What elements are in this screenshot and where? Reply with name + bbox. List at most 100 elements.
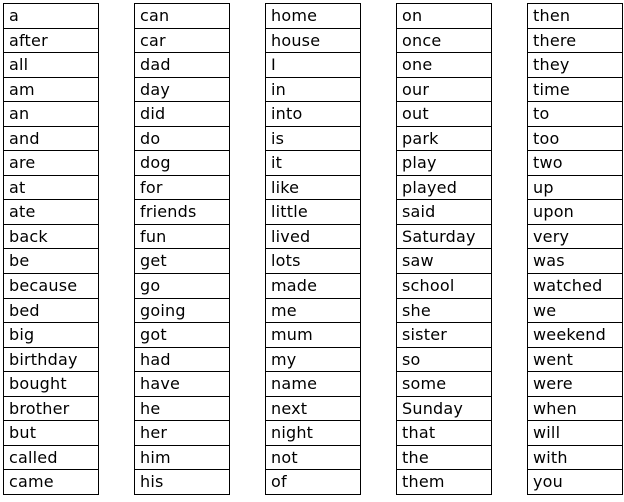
word-cell: one — [397, 53, 491, 78]
word-cell: two — [528, 151, 622, 176]
word-cell: came — [4, 470, 98, 495]
word-cell: an — [4, 102, 98, 127]
word-cell: sister — [397, 323, 491, 348]
word-cell: for — [135, 176, 229, 201]
word-cell: dog — [135, 151, 229, 176]
word-cell: got — [135, 323, 229, 348]
word-cell: with — [528, 446, 622, 471]
word-cell: said — [397, 200, 491, 225]
word-cell: out — [397, 102, 491, 127]
word-cell: him — [135, 446, 229, 471]
word-cell: Saturday — [397, 225, 491, 250]
word-cell: upon — [528, 200, 622, 225]
word-cell: day — [135, 78, 229, 103]
word-cell: brother — [4, 397, 98, 422]
word-cell: am — [4, 78, 98, 103]
word-cell: her — [135, 421, 229, 446]
word-cell: going — [135, 299, 229, 324]
word-cell: me — [266, 299, 360, 324]
word-cell: she — [397, 299, 491, 324]
word-cell: very — [528, 225, 622, 250]
word-cell: night — [266, 421, 360, 446]
word-cell: once — [397, 29, 491, 54]
word-cell: after — [4, 29, 98, 54]
word-cell: all — [4, 53, 98, 78]
word-cell: birthday — [4, 348, 98, 373]
word-cell: not — [266, 446, 360, 471]
word-cell: made — [266, 274, 360, 299]
word-cell: and — [4, 127, 98, 152]
word-cell: weekend — [528, 323, 622, 348]
word-cell: name — [266, 372, 360, 397]
word-cell: there — [528, 29, 622, 54]
word-cell: fun — [135, 225, 229, 250]
word-cell: we — [528, 299, 622, 324]
word-cell: time — [528, 78, 622, 103]
word-cell: do — [135, 127, 229, 152]
word-cell: lived — [266, 225, 360, 250]
word-cell: our — [397, 78, 491, 103]
word-cell: get — [135, 249, 229, 275]
word-cell: my — [266, 348, 360, 373]
word-cell: home — [266, 4, 360, 29]
word-cell: is — [266, 127, 360, 152]
word-cell: little — [266, 200, 360, 225]
word-cell: some — [397, 372, 491, 397]
word-cell: big — [4, 323, 98, 348]
word-cell: into — [266, 102, 360, 127]
word-cell: then — [528, 4, 622, 29]
word-cell: back — [4, 225, 98, 250]
word-cell: play — [397, 151, 491, 176]
word-cell: mum — [266, 323, 360, 348]
word-cell: bought — [4, 372, 98, 397]
word-column-3: home house Iin into is it like little lived lots m… — [265, 3, 361, 495]
word-cell: next — [266, 397, 360, 422]
word-cell: had — [135, 348, 229, 373]
word-column-2: can car dad day did do dog for friends fun get go go… — [134, 3, 230, 495]
word-cell: saw — [397, 249, 491, 275]
word-cell: up — [528, 176, 622, 201]
word-cell: called — [4, 446, 98, 471]
word-cell: they — [528, 53, 622, 78]
word-cell: that — [397, 421, 491, 446]
word-cell: a — [4, 4, 98, 29]
word-cell: are — [4, 151, 98, 176]
word-cell: on — [397, 4, 491, 29]
word-cell: house — [266, 29, 360, 54]
word-column-1: a after all am an and are at ate back be because bed… — [3, 3, 99, 495]
word-cell: like — [266, 176, 360, 201]
word-cell: park — [397, 127, 491, 152]
word-cell: the — [397, 446, 491, 471]
word-cell: at — [4, 176, 98, 201]
word-cell: lots — [266, 249, 360, 275]
word-cell: did — [135, 102, 229, 127]
word-cell: because — [4, 274, 98, 299]
word-cell: so — [397, 348, 491, 373]
word-cell: Sunday — [397, 397, 491, 422]
word-cell: of — [266, 470, 360, 495]
word-cell: ate — [4, 200, 98, 225]
word-cell: you — [528, 470, 622, 495]
word-cell: played — [397, 176, 491, 201]
word-cell: them — [397, 470, 491, 495]
word-cell: when — [528, 397, 622, 422]
word-cell: his — [135, 470, 229, 495]
word-cell: be — [4, 249, 98, 275]
word-cell: I — [266, 53, 360, 78]
word-cell: car — [135, 29, 229, 54]
word-cell: watched — [528, 274, 622, 299]
word-cell: can — [135, 4, 229, 29]
word-cell: went — [528, 348, 622, 373]
word-cell: have — [135, 372, 229, 397]
word-column-4: on once one our out park play played said Saturda… — [396, 3, 492, 495]
word-cell: too — [528, 127, 622, 152]
word-cell: to — [528, 102, 622, 127]
word-cell: it — [266, 151, 360, 176]
word-cell: bed — [4, 299, 98, 324]
word-cell: go — [135, 274, 229, 299]
word-cell: was — [528, 249, 622, 275]
word-cell: he — [135, 397, 229, 422]
word-cell: were — [528, 372, 622, 397]
word-cell: dad — [135, 53, 229, 78]
word-cell: in — [266, 78, 360, 103]
